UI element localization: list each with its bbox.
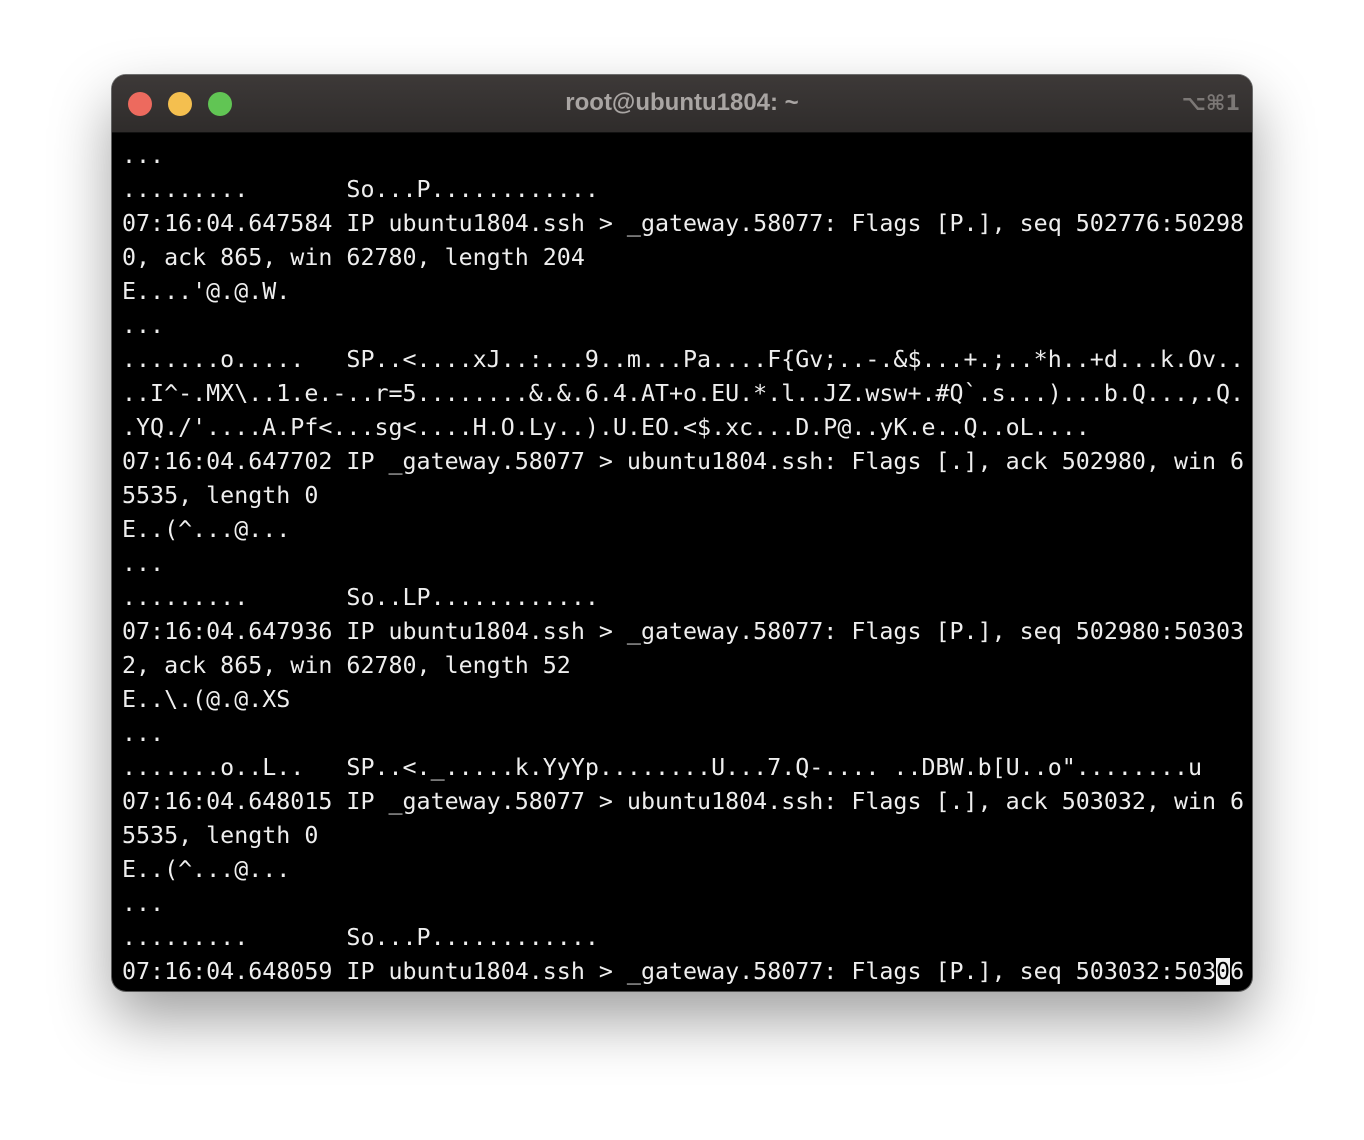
terminal-window: root@ubuntu1804: ~ ⌥⌘1 ... ......... So.… xyxy=(112,75,1252,991)
terminal-line: 07:16:04.648015 IP _gateway.58077 > ubun… xyxy=(122,788,1245,815)
terminal-line: ... xyxy=(122,890,165,917)
terminal-line: E..(^...@... xyxy=(122,856,291,883)
terminal-line: E....'@.@.W. xyxy=(122,278,291,305)
terminal-line: 07:16:04.647936 IP ubuntu1804.ssh > _gat… xyxy=(122,618,1245,645)
terminal-line: ......... So...P............ xyxy=(122,176,599,203)
window-title: root@ubuntu1804: ~ xyxy=(565,89,799,116)
terminal-line: ......... So...P............ xyxy=(122,924,599,951)
tab-shortcut: ⌥⌘1 xyxy=(1181,91,1240,115)
terminal-line-text-after-cursor: 6 xyxy=(1230,958,1245,985)
terminal-line: 07:16:04.647702 IP _gateway.58077 > ubun… xyxy=(122,448,1245,475)
terminal-line: E..(^...@... xyxy=(122,516,291,543)
terminal-line: .......o..L.. SP..<._.....k.YyYp........… xyxy=(122,754,1202,781)
terminal-line: 0, ack 865, win 62780, length 204 xyxy=(122,244,585,271)
terminal-line: ... xyxy=(122,720,165,747)
terminal-line-text: 07:16:04.648059 IP ubuntu1804.ssh > _gat… xyxy=(122,958,1217,985)
text-cursor: 0 xyxy=(1216,958,1231,985)
terminal-line: ... xyxy=(122,142,165,169)
terminal-line: 2, ack 865, win 62780, length 52 xyxy=(122,652,571,679)
terminal-output[interactable]: ... ......... So...P............ 07:16:0… xyxy=(122,139,1246,987)
terminal-line: ... xyxy=(122,550,165,577)
terminal-line: ......... So..LP............ xyxy=(122,584,599,611)
terminal-line: E..\.(@.@.XS xyxy=(122,686,291,713)
terminal-prompt-line: 07:16:04.648059 IP ubuntu1804.ssh > _gat… xyxy=(122,955,1246,987)
terminal-line: 07:16:04.647584 IP ubuntu1804.ssh > _gat… xyxy=(122,210,1245,237)
title-bar[interactable]: root@ubuntu1804: ~ ⌥⌘1 xyxy=(112,75,1252,133)
terminal-line: 5535, length 0 xyxy=(122,822,319,849)
terminal-line: ..I^-.MX\..1.e.-..r=5........&.&.6.4.AT+… xyxy=(122,380,1245,407)
terminal-line: ... xyxy=(122,312,165,339)
terminal-line: .YQ./'....A.Pf<...sg<....H.O.Ly..).U.EO.… xyxy=(122,414,1090,441)
terminal-line: 5535, length 0 xyxy=(122,482,319,509)
terminal-line: .......o..... SP..<....xJ..:...9..m...Pa… xyxy=(122,346,1245,373)
